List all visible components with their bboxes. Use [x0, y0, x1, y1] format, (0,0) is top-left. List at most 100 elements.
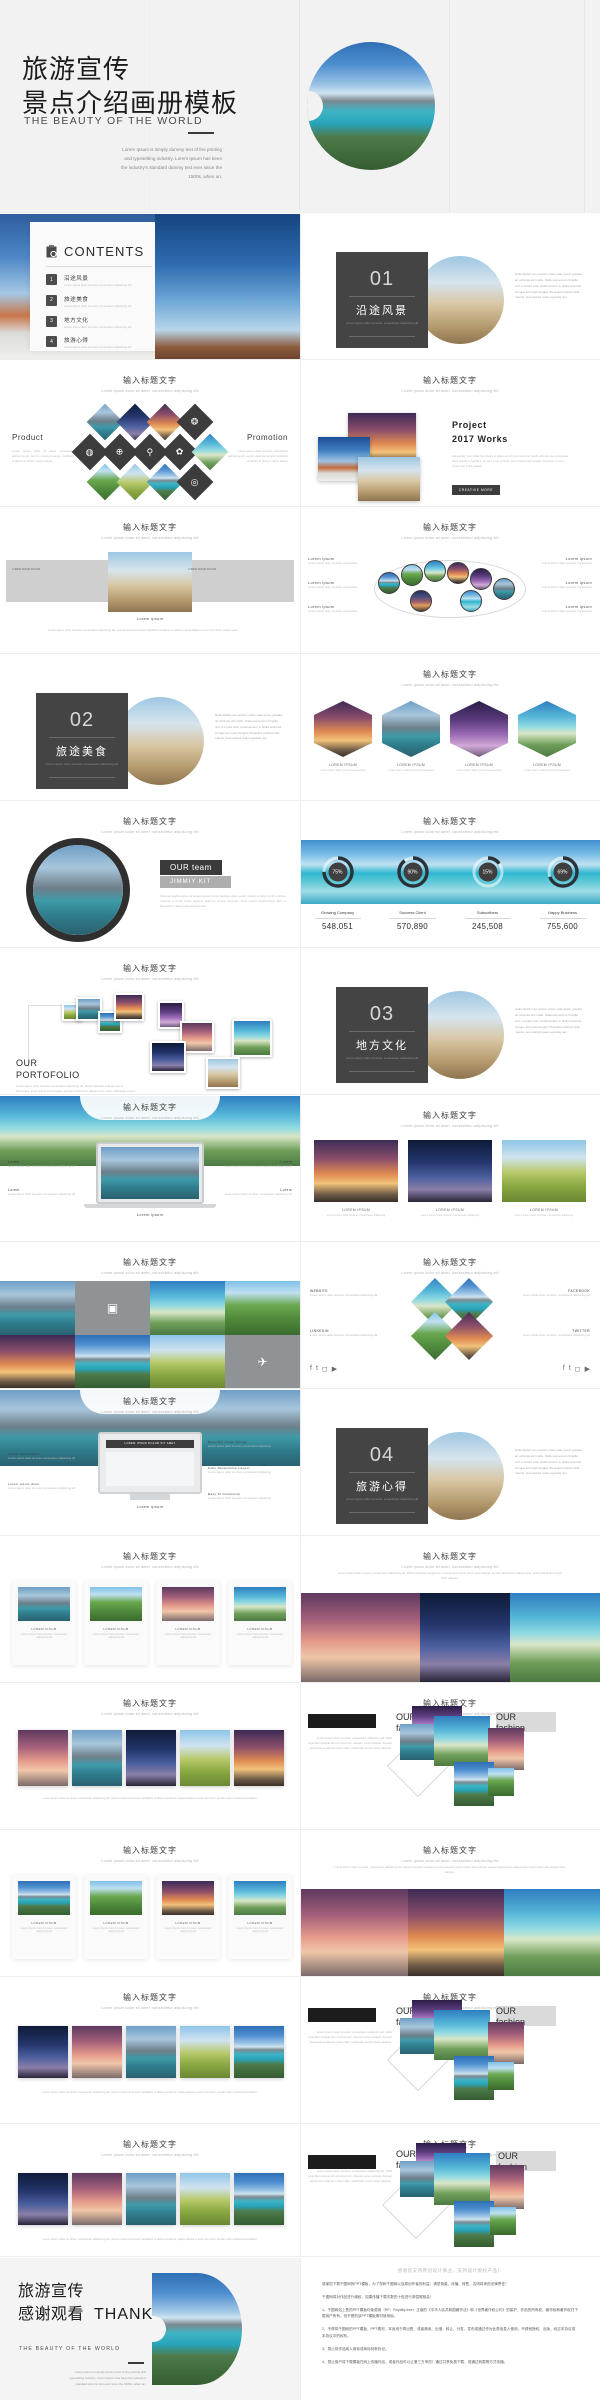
social-item-website: WEBSITE Lorem ipsum dolor sit amet, cons… [310, 1289, 386, 1298]
hex-photo [314, 701, 372, 757]
creative-more-button[interactable]: CREATIVE MORE [452, 484, 500, 495]
card-desc: Lorem ipsum dolor sit amet, consectetur … [236, 1927, 284, 1933]
instagram-icon[interactable]: ◻ [575, 1365, 581, 1373]
section-disc-image [416, 256, 504, 344]
fashion-body: Lorem ipsum dolor sit amet, consectetur … [308, 1736, 392, 1751]
card-desc: Lorem ipsum dolor sit amet, consectetur … [20, 1927, 68, 1933]
coast-photo [416, 991, 504, 1079]
slide-subtitle: Lorem ipsum dolor sit amet, consectetur … [101, 1859, 199, 1863]
contents-divider [46, 266, 152, 267]
laptop-mockup [96, 1142, 204, 1204]
contents-item-number-icon: 3 [46, 315, 57, 327]
feature-desc: Lorem ipsum dolor sit amet, consectetur … [208, 1470, 271, 1474]
imac-right-item-2: Fully Responsive Layout Lorem ipsum dolo… [208, 1466, 292, 1475]
mosaic-slide: 输入标题文字 Lorem ipsum dolor sit amet, conse… [0, 1243, 300, 1388]
hex-desc: Lorem ipsum dolor sit amet consectetur [456, 769, 502, 772]
youtube-icon[interactable]: ▶ [332, 1365, 337, 1373]
imac-left-item-2: Lorem ipsum dolor Lorem ipsum dolor sit … [8, 1482, 88, 1491]
three-photo-slide: 输入标题文字 Lorem ipsum dolor sit amet, conse… [300, 1096, 600, 1241]
stat-percent: 90% [403, 862, 422, 882]
license-p0: 感谢您下载千图网的PPT模板，为了您和千图网以及原创作者的利益，请您慎重、传播、… [322, 2282, 509, 2286]
slide-title: 输入标题文字 [123, 1846, 177, 1855]
fashion-body: Lorem ipsum dolor sit amet, consectetur … [308, 2169, 392, 2184]
portfolio-body: Lorem ipsum dolor sit amet, consectetur … [16, 1084, 136, 1094]
promotion-heading: Promotion [247, 433, 288, 442]
hex-name: LOREM IPSUM [396, 763, 426, 767]
ribbon-center-label: Lorem ipsum [136, 616, 164, 621]
card-name: LOREM IPSUM [31, 1627, 57, 1631]
slide-subtitle: Lorem ipsum dolor sit amet, consectetur … [101, 2153, 199, 2157]
contents-item-desc: Lorem ipsum dolor sit amet, consectetur … [64, 324, 133, 329]
feature-desc: Lorem ipsum dolor sit amet, consectetur … [8, 1486, 76, 1490]
slide-subtitle: Lorem ipsum dolor sit amet, consectetur … [401, 830, 499, 834]
stat-value: 548.051 [321, 922, 354, 931]
clipboard-icon [46, 245, 57, 258]
imac-card-title: LOREM IPSUM DOLOR SIT AMET [124, 1442, 176, 1445]
card-name: LOREM IPSUM [247, 1627, 273, 1631]
thanks-title-line1: 旅游宣传 [18, 2283, 85, 2300]
circle-item-right-3: Lorem ipsum Lorem ipsum dolor sit amet, … [530, 604, 592, 614]
slide-subtitle: Lorem ipsum dolor sit amet, consectetur … [101, 1410, 199, 1414]
section-paragraph: Nulla facilisi nam auctor metus vitae qu… [515, 272, 583, 300]
portfolio-slide: 输入标题文字 Lorem ipsum dolor sit amet, conse… [0, 949, 300, 1094]
fashion-title-line1-dup: OUR [496, 1712, 516, 1722]
circles-slide: 输入标题文字 Lorem ipsum dolor sit amet, conse… [300, 508, 600, 653]
ppt-template-preview: 旅游宣传 景点介绍画册模板 THE BEAUTY OF THE WORLD Lo… [0, 0, 600, 2400]
slide-subtitle: Lorem ipsum dolor sit amet, consectetur … [101, 830, 199, 834]
card-2: LOREM IPSUM Lorem ipsum dolor sit amet, … [84, 1875, 148, 1959]
photo-name: LOREM IPSUM [341, 1208, 371, 1212]
circle-desc: Lorem ipsum dolor sit amet, consectetur [308, 609, 358, 613]
cover-title: 旅游宣传 景点介绍画册模板 [22, 52, 238, 121]
stat-value: 570,890 [396, 922, 429, 931]
youtube-icon[interactable]: ▶ [585, 1365, 590, 1373]
lake-photo [307, 42, 435, 170]
card-name: LOREM IPSUM [175, 1921, 201, 1925]
ribbon-footer: Lorem ipsum dolor sit amet, consectetur … [48, 628, 239, 632]
facebook-icon[interactable]: f [310, 1365, 312, 1373]
cover-slide: 旅游宣传 景点介绍画册模板 THE BEAUTY OF THE WORLD Lo… [0, 0, 600, 212]
hexagon-slide: 输入标题文字 Lorem ipsum dolor sit amet, conse… [300, 655, 600, 800]
ribbon-left-title: LOREM IPSUM DOLOR [12, 568, 41, 571]
thanks-paragraph: Lorem Ipsum is simply dummy text of the … [69, 2370, 146, 2386]
stat-item-1: Growing Company 548.051 [305, 910, 371, 931]
plane-icon[interactable]: ✈ [225, 1335, 300, 1388]
section-disc-image [416, 991, 504, 1079]
slide-subtitle: Lorem ipsum dolor sit amet, consectetur … [101, 536, 199, 540]
slide-title: 输入标题文字 [123, 376, 177, 385]
slide-title: 输入标题文字 [123, 1258, 177, 1267]
thanks-subtitle: THE BEAUTY OF THE WORLD [19, 2346, 121, 2352]
stat-name: Happy Business [548, 910, 577, 915]
section-number: 03 [369, 1003, 395, 1025]
slide-title: 输入标题文字 [423, 523, 477, 532]
wide-photo-body: Lorem ipsum dolor sit amet, consectetur … [337, 1571, 563, 1581]
twitter-icon[interactable]: t [569, 1365, 571, 1373]
slide-subtitle: Lorem ipsum dolor sit amet, consectetur … [401, 1124, 499, 1128]
coast-photo [116, 697, 204, 785]
laptop-right-item-2: Lorem Lorem ipsum dolor sit amet, consec… [222, 1188, 292, 1197]
filmstrip-slide: 输入标题文字 Lorem ipsum dolor sit amet, conse… [0, 1684, 300, 1829]
slide-title: 输入标题文字 [123, 1552, 177, 1561]
team-body: Vivamus sagittis lacus vel augue laoreet… [160, 894, 286, 909]
slide-subtitle: Lorem ipsum dolor sit amet, consectetur … [401, 536, 499, 540]
fashion-slide-3: 输入标题文字 Lorem ipsum dolor sit amet, conse… [300, 2125, 600, 2270]
section-paragraph: Nulla facilisi nam auctor metus vitae qu… [515, 1448, 583, 1476]
feature-desc: Lorem ipsum dolor sit amet, consectetur … [208, 1496, 271, 1500]
facebook-icon[interactable]: f [563, 1365, 565, 1373]
stat-ring-4: 69% [546, 855, 580, 889]
contents-item-desc: Lorem ipsum dolor sit amet, consectetur … [64, 283, 133, 287]
imac-left-item-1: Lorem ipsum dolor Lorem ipsum dolor sit … [8, 1452, 88, 1461]
filmstrip-slide-3: 输入标题文字 Lorem ipsum dolor sit amet, conse… [0, 2125, 300, 2270]
slide-title: 输入标题文字 [123, 1699, 177, 1708]
instagram-icon[interactable]: ◻ [322, 1365, 328, 1373]
photo-name: LOREM IPSUM [529, 1208, 559, 1212]
camera-icon[interactable]: ▣ [75, 1281, 150, 1335]
slide-title: 输入标题文字 [423, 817, 477, 826]
hex-name: LOREM IPSUM [328, 763, 358, 767]
ribbon-slide: 输入标题文字 Lorem ipsum dolor sit amet, conse… [0, 508, 300, 653]
license-p3: 2、不得将千图网的PPT模板、PPT素材，本身用于再出售、或者贩卖、出借、转让、… [322, 2327, 576, 2338]
circle-item-left-2: Lorem ipsum Lorem ipsum dolor sit amet, … [308, 580, 370, 590]
cover-subtitle: THE BEAUTY OF THE WORLD [24, 115, 203, 127]
twitter-icon[interactable]: t [316, 1365, 318, 1373]
team-name: OUR team [160, 860, 222, 875]
filmstrip-slide-2: 输入标题文字 Lorem ipsum dolor sit amet, conse… [0, 1978, 300, 2123]
